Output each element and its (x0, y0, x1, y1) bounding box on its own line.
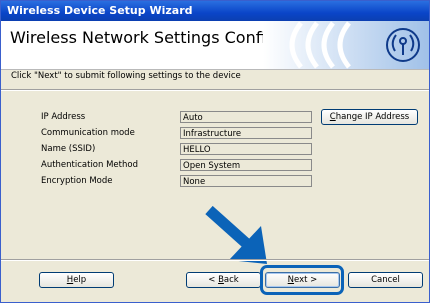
help-label: elp (73, 275, 87, 285)
label-ip-address: IP Address (41, 112, 86, 122)
value-encryption-mode: None (180, 175, 312, 187)
value-communication-mode: Infrastructure (180, 127, 312, 139)
instruction-text: Click "Next" to submit following setting… (11, 71, 241, 81)
header-panel: Wireless Network Settings Confirmation (1, 21, 429, 70)
back-label: ack (223, 275, 239, 285)
help-button[interactable]: Help (39, 272, 114, 288)
change-ip-label: hange IP Address (335, 112, 410, 122)
cancel-button[interactable]: Cancel (348, 272, 423, 288)
window-title: Wireless Device Setup Wizard (7, 4, 193, 17)
value-ssid: HELLO (180, 143, 312, 155)
next-button-highlight (260, 265, 344, 295)
value-ip-address: Auto (180, 111, 312, 123)
label-communication-mode: Communication mode (41, 128, 135, 138)
label-encryption-mode: Encryption Mode (41, 176, 113, 186)
divider-bottom (1, 259, 429, 261)
back-prefix: < (208, 275, 219, 285)
label-ssid: Name (SSID) (41, 144, 96, 154)
wireless-waves-icon (263, 21, 429, 69)
divider-top (1, 89, 429, 91)
arrow-pointer-icon (205, 206, 267, 264)
label-authentication-method: Authentication Method (41, 160, 138, 170)
title-bar: Wireless Device Setup Wizard (1, 1, 429, 21)
wizard-window: Wireless Device Setup Wizard Wireless Ne… (0, 0, 430, 303)
value-authentication-method: Open System (180, 159, 312, 171)
back-button[interactable]: < Back (186, 272, 261, 288)
change-ip-address-button[interactable]: Change IP Address (321, 109, 418, 125)
